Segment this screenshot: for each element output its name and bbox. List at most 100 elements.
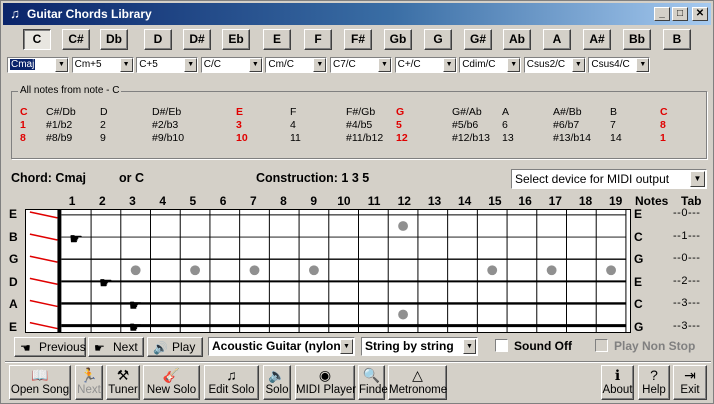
chevron-down-icon[interactable]: ▼ xyxy=(248,58,262,72)
note-cell: G xyxy=(396,106,405,118)
play-button[interactable]: 🔊 Play xyxy=(147,337,203,357)
note-button-e[interactable]: E xyxy=(263,29,291,50)
string-note: C xyxy=(634,297,643,311)
finger-hand-icon: ☛ xyxy=(129,297,143,314)
next-button[interactable]: 🏃 Next xyxy=(75,365,103,400)
note-button-b[interactable]: B xyxy=(663,29,691,50)
chord-select-csus2-c[interactable]: Csus2/C ▼ xyxy=(523,57,586,73)
chevron-down-icon[interactable]: ▼ xyxy=(571,58,585,72)
guitar-icon: ♫ xyxy=(10,6,20,21)
chevron-down-icon[interactable]: ▼ xyxy=(184,58,198,72)
fret-number: 9 xyxy=(310,194,318,208)
note-button-c[interactable]: C xyxy=(23,29,51,50)
finder-button[interactable]: 🔍 Finder xyxy=(358,365,392,400)
hand-right-icon: ☛ xyxy=(94,341,105,355)
midi-device-value: Select device for MIDI output xyxy=(515,172,670,186)
chord-select-cm-5[interactable]: Cm+5 ▼ xyxy=(71,57,134,73)
fretboard[interactable]: ☛ ☛ ☛ ☛ xyxy=(25,209,631,333)
note-button-bb[interactable]: Bb xyxy=(623,29,651,50)
chevron-down-icon[interactable]: ▼ xyxy=(636,58,650,72)
note-button-d-sharp[interactable]: D# xyxy=(183,29,211,50)
fret-number: 17 xyxy=(548,194,562,208)
chord-name: Chord: Cmaj xyxy=(11,171,86,185)
chevron-down-icon[interactable]: ▼ xyxy=(55,58,68,72)
next-button[interactable]: ☛ Next xyxy=(88,337,144,357)
chord-select-c-c[interactable]: C+/C ▼ xyxy=(394,57,457,73)
note-button-f[interactable]: F xyxy=(304,29,332,50)
info-icon: ℹ xyxy=(614,367,621,383)
note-button-gb[interactable]: Gb xyxy=(384,29,412,50)
exit-button[interactable]: ⇥ Exit xyxy=(673,365,707,400)
previous-button[interactable]: ☚ Previous xyxy=(14,337,86,357)
note-column: D#/Eb #2/b3 #9/b10 xyxy=(152,106,212,145)
fret-number: 10 xyxy=(337,194,351,208)
note-cell: 5 xyxy=(396,119,402,131)
title-bar[interactable]: ♫ Guitar Chords Library _ □ ✕ xyxy=(3,3,711,25)
magnifier-icon: 🔍 xyxy=(362,367,381,383)
play-non-stop-checkbox[interactable]: Play Non Stop xyxy=(595,339,695,353)
fret-number: 11 xyxy=(367,194,381,208)
close-button[interactable]: ✕ xyxy=(692,7,708,21)
chevron-down-icon[interactable]: ▼ xyxy=(463,339,476,354)
chord-select-cm-c[interactable]: Cm/C ▼ xyxy=(265,57,328,73)
chevron-down-icon[interactable]: ▼ xyxy=(690,171,705,187)
note-button-f-sharp[interactable]: F# xyxy=(344,29,372,50)
chord-select-cmaj[interactable]: Cmaj ▼ xyxy=(7,57,69,73)
note-button-eb[interactable]: Eb xyxy=(222,29,250,50)
instrument-select[interactable]: Acoustic Guitar (nylon ▼ xyxy=(208,337,355,356)
new-solo-button[interactable]: 🎸 New Solo xyxy=(143,365,200,400)
nut xyxy=(57,210,62,332)
chevron-down-icon[interactable]: ▼ xyxy=(119,58,133,72)
string-tab: --1--- xyxy=(673,229,701,242)
guitar-icon: 🎸 xyxy=(162,367,181,383)
chevron-down-icon[interactable]: ▼ xyxy=(442,58,456,72)
string-label: E xyxy=(9,207,18,221)
note-button-a[interactable]: A xyxy=(543,29,571,50)
chevron-down-icon[interactable]: ▼ xyxy=(313,58,327,72)
fret-number: 3 xyxy=(129,194,136,208)
sound-off-checkbox[interactable]: Sound Off xyxy=(495,339,572,353)
chord-select-c-c[interactable]: C/C ▼ xyxy=(200,57,263,73)
chevron-down-icon[interactable]: ▼ xyxy=(507,58,521,72)
note-cell: A#/Bb xyxy=(553,106,582,118)
note-button-c-sharp[interactable]: C# xyxy=(62,29,90,50)
solo-button[interactable]: 🔈 Solo xyxy=(263,365,291,400)
chevron-down-icon[interactable]: ▼ xyxy=(340,339,353,354)
string-note: G xyxy=(634,252,644,266)
string-tab: --0--- xyxy=(673,207,701,219)
edit-solo-button[interactable]: ♫ Edit Solo xyxy=(204,365,259,400)
minimize-button[interactable]: _ xyxy=(654,7,670,21)
note-button-ab[interactable]: Ab xyxy=(503,29,531,50)
string-tail xyxy=(29,299,58,308)
note-cell: #9/b10 xyxy=(152,132,185,144)
play-mode-select[interactable]: String by string ▼ xyxy=(361,337,478,356)
note-button-d[interactable]: D xyxy=(144,29,172,50)
midi-player-button[interactable]: ◉ MIDI Player xyxy=(295,365,356,400)
tuner-icon: ⚒ xyxy=(116,367,130,383)
chord-select-c-5[interactable]: C+5 ▼ xyxy=(136,57,199,73)
fret-marker-dot xyxy=(546,265,557,276)
note-cell: #1/b2 xyxy=(46,119,73,131)
metronome-button[interactable]: △ Metronome xyxy=(388,365,447,400)
note-button-a-sharp[interactable]: A# xyxy=(583,29,611,50)
note-button-db[interactable]: Db xyxy=(100,29,128,50)
string-label: E xyxy=(9,319,18,334)
chord-alias: or C xyxy=(119,171,144,185)
chord-select-csus4-c[interactable]: Csus4/C ▼ xyxy=(588,57,651,73)
chord-select-c7-c[interactable]: C7/C ▼ xyxy=(330,57,392,73)
tuner-button[interactable]: ⚒ Tuner xyxy=(106,365,140,400)
midi-device-select[interactable]: Select device for MIDI output ▼ xyxy=(511,169,707,189)
string-tail xyxy=(29,255,58,263)
note-button-g-sharp[interactable]: G# xyxy=(464,29,492,50)
help-button[interactable]: ? Help xyxy=(638,365,670,400)
fret-number: 4 xyxy=(159,194,167,208)
fret-number: 13 xyxy=(427,194,442,208)
chevron-down-icon[interactable]: ▼ xyxy=(378,58,391,72)
cd-icon: ◉ xyxy=(318,367,332,383)
finger-hand-icon: ☛ xyxy=(69,231,83,248)
chord-select-cdim-c[interactable]: Cdim/C ▼ xyxy=(459,57,522,73)
maximize-button[interactable]: □ xyxy=(672,7,688,21)
note-button-g[interactable]: G xyxy=(424,29,452,50)
about-button[interactable]: ℹ About xyxy=(601,365,634,400)
open-song-button[interactable]: 📖 Open Song xyxy=(9,365,71,400)
